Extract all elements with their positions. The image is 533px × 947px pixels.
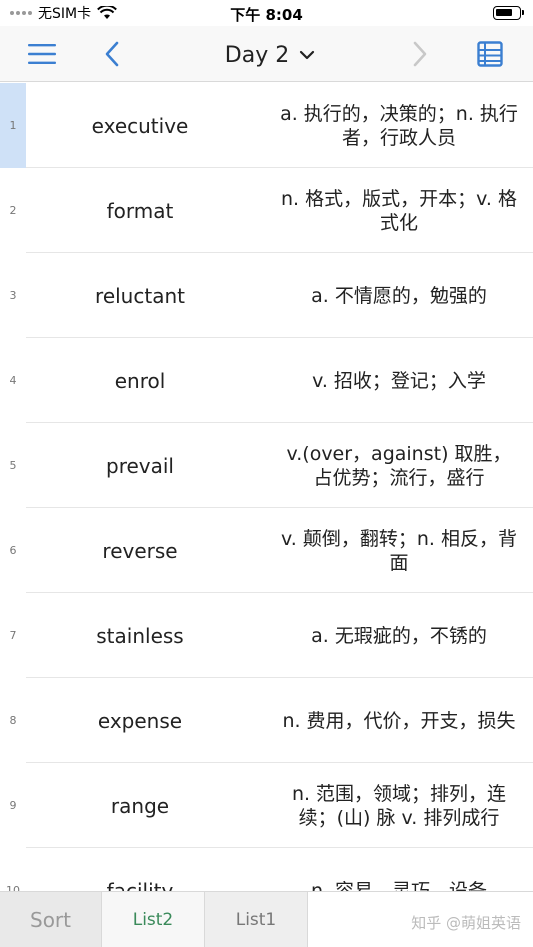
word-definition: a. 执行的，决策的；n. 执行者，行政人员 bbox=[280, 102, 518, 149]
word-text: range bbox=[110, 793, 170, 818]
row-index: 6 bbox=[9, 544, 17, 557]
chevron-down-icon bbox=[300, 50, 315, 60]
row-index: 3 bbox=[9, 289, 17, 302]
word-list[interactable]: 1 executive a. 执行的，决策的；n. 执行者，行政人员 2 format n… bbox=[0, 83, 533, 891]
row-index: 10 bbox=[6, 884, 20, 891]
word-definition: v. 招收；登记；入学 bbox=[312, 369, 486, 392]
tab-list1[interactable]: List1 bbox=[205, 892, 308, 947]
back-button[interactable] bbox=[92, 34, 132, 74]
word-text: stainless bbox=[96, 623, 184, 648]
row-index: 1 bbox=[0, 83, 26, 168]
battery-icon bbox=[493, 6, 524, 20]
word-row[interactable]: 4 enrol v. 招收；登记；入学 bbox=[10, 338, 533, 423]
word-text: prevail bbox=[106, 453, 174, 478]
forward-button[interactable] bbox=[400, 34, 440, 74]
word-text: format bbox=[106, 198, 174, 223]
carrier-label: 无SIM卡 bbox=[38, 6, 92, 22]
page-title: Day 2 bbox=[224, 42, 290, 68]
chevron-left-icon bbox=[105, 41, 119, 67]
list-view-button[interactable] bbox=[470, 34, 510, 74]
word-row[interactable]: 10 facility n. 容易，灵巧，设备 bbox=[6, 848, 533, 892]
word-definition: v. 颠倒，翻转；n. 相反，背面 bbox=[281, 527, 517, 574]
row-index: 7 bbox=[9, 629, 17, 642]
status-bar: 无SIM卡 下午 8:04 bbox=[0, 0, 533, 26]
word-row[interactable]: 8 expense n. 费用，代价，开支，损失 bbox=[10, 678, 533, 763]
tab-sort[interactable]: Sort bbox=[0, 892, 102, 947]
signal-strength-icon bbox=[10, 11, 32, 15]
row-index: 2 bbox=[9, 204, 17, 217]
word-definition: a. 无瑕疵的，不锈的 bbox=[311, 624, 487, 647]
word-row[interactable]: 5 prevail v.(over，against) 取胜，占优势；流行，盛行 bbox=[10, 423, 533, 508]
menu-button[interactable] bbox=[22, 34, 62, 74]
row-index: 8 bbox=[9, 714, 17, 727]
word-row[interactable]: 3 reluctant a. 不情愿的，勉强的 bbox=[10, 253, 533, 338]
watermark: 知乎 @萌姐英语 bbox=[411, 914, 521, 932]
row-index: 4 bbox=[9, 374, 17, 387]
word-text: reverse bbox=[102, 538, 178, 563]
word-definition: n. 范围，领域；排列，连续；(山) 脉 v. 排列成行 bbox=[291, 782, 507, 829]
chevron-right-icon bbox=[413, 41, 427, 67]
tab-list2[interactable]: List2 bbox=[102, 892, 205, 947]
word-definition: n. 容易，灵巧，设备 bbox=[310, 879, 488, 892]
word-text: facility bbox=[106, 878, 174, 892]
nav-bar: Day 2 bbox=[0, 26, 533, 82]
word-text: enrol bbox=[114, 368, 166, 393]
day-selector[interactable]: Day 2 bbox=[200, 40, 340, 70]
wifi-icon bbox=[97, 6, 118, 19]
word-text: expense bbox=[97, 708, 183, 733]
row-index: 5 bbox=[9, 459, 17, 472]
word-definition: v.(over，against) 取胜，占优势；流行，盛行 bbox=[286, 442, 512, 489]
word-row[interactable]: 1 executive a. 执行的，决策的；n. 执行者，行政人员 bbox=[0, 83, 533, 168]
word-text: reluctant bbox=[95, 283, 185, 308]
list-view-icon bbox=[477, 41, 503, 67]
row-index: 9 bbox=[9, 799, 17, 812]
word-definition: n. 格式，版式，开本；v. 格式化 bbox=[281, 187, 517, 234]
word-row[interactable]: 6 reverse v. 颠倒，翻转；n. 相反，背面 bbox=[10, 508, 533, 593]
word-row[interactable]: 2 format n. 格式，版式，开本；v. 格式化 bbox=[10, 168, 533, 253]
hamburger-menu-icon bbox=[28, 44, 56, 64]
word-definition: n. 费用，代价，开支，损失 bbox=[282, 709, 516, 732]
word-row[interactable]: 7 stainless a. 无瑕疵的，不锈的 bbox=[10, 593, 533, 678]
word-row[interactable]: 9 range n. 范围，领域；排列，连续；(山) 脉 v. 排列成行 bbox=[10, 763, 533, 848]
word-text: executive bbox=[91, 113, 189, 138]
word-definition: a. 不情愿的，勉强的 bbox=[311, 284, 487, 307]
